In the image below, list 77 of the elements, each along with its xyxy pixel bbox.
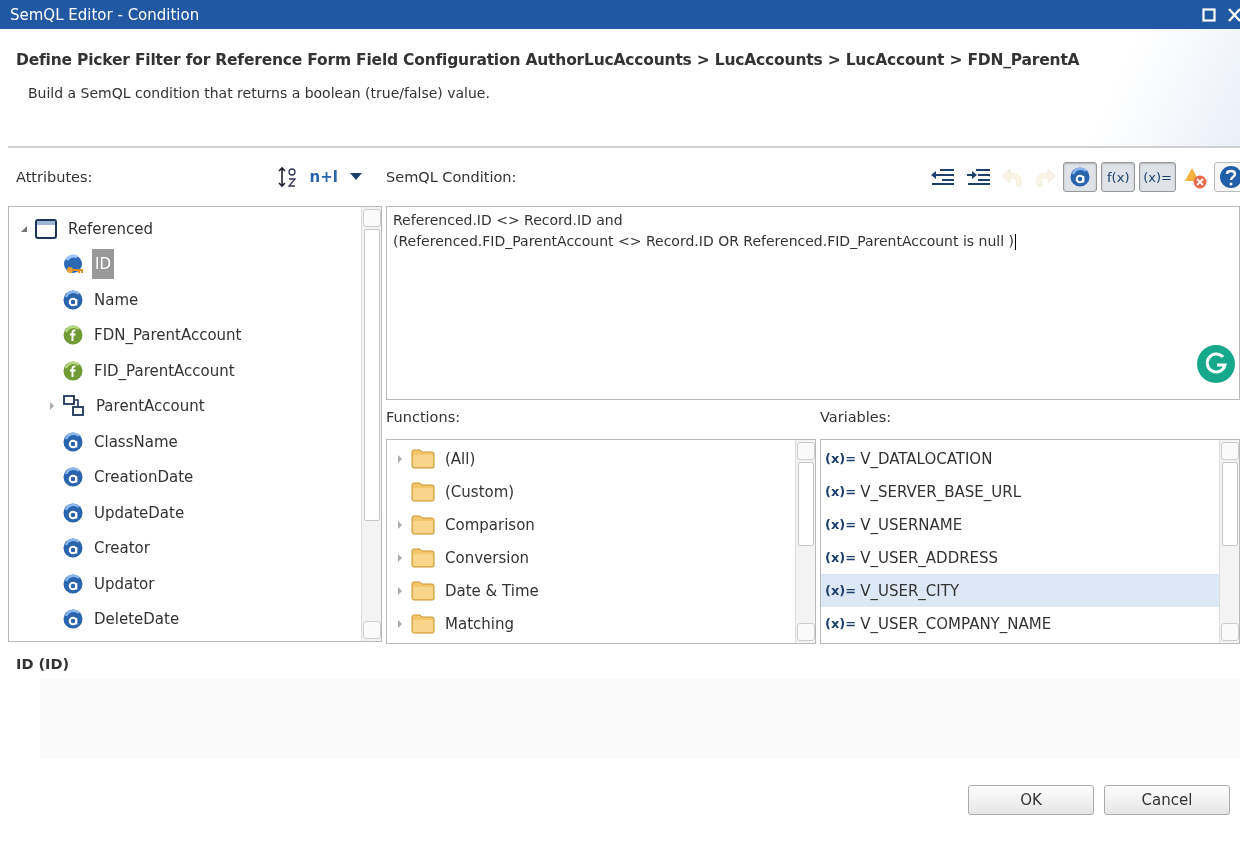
tree-item[interactable]: ClassName — [91, 426, 181, 457]
attribute-icon — [63, 289, 83, 310]
function-category[interactable]: Matching — [387, 607, 795, 640]
dropdown-caret-icon[interactable] — [350, 173, 362, 181]
function-category[interactable]: (All) — [387, 442, 795, 475]
tree-item[interactable]: DeleteDate — [91, 604, 183, 635]
variables-label: Variables: — [820, 408, 893, 427]
function-category[interactable]: (Custom) — [387, 475, 795, 508]
maximize-icon[interactable] — [1202, 7, 1216, 22]
expand-arrow-icon[interactable] — [395, 618, 405, 629]
expand-arrow-icon[interactable] — [395, 453, 405, 464]
formula-icon — [63, 360, 83, 381]
function-category[interactable]: Date & Time — [387, 574, 795, 607]
close-icon[interactable] — [1228, 7, 1240, 22]
sort-icon[interactable] — [277, 166, 298, 188]
attribute-icon — [63, 467, 83, 488]
folder-icon — [411, 547, 435, 568]
expand-arrow-icon[interactable] — [47, 401, 57, 412]
tree-item[interactable]: Updator — [91, 568, 158, 599]
attribute-icon — [63, 502, 83, 523]
outdent-icon[interactable] — [930, 168, 957, 186]
table-icon — [35, 218, 57, 239]
formula-icon — [63, 325, 83, 346]
dialog-description: Build a SemQL condition that returns a boolean (true/false) value. — [28, 85, 491, 101]
scrollbar[interactable] — [361, 207, 381, 641]
tree-item[interactable]: FDN_ParentAccount — [91, 320, 245, 351]
toggle-button[interactable]: (x)= — [1139, 162, 1176, 192]
variable-item[interactable]: (x)= V_SERVER_BASE_URL — [821, 475, 1219, 508]
toggle-button[interactable]: f(x) — [1101, 162, 1136, 192]
variable-item[interactable]: (x)= V_USER_COMPANY_NAME — [821, 607, 1219, 640]
dialog-button[interactable]: Cancel — [1104, 785, 1230, 815]
variable-item[interactable]: (x)= V_USER_CITY — [821, 574, 1219, 607]
attribute-icon — [63, 609, 83, 630]
condition-label: SemQL Condition: — [386, 169, 517, 185]
scrollbar[interactable] — [795, 440, 815, 643]
expand-arrow-icon[interactable] — [395, 585, 405, 596]
window-title: SemQL Editor - Condition — [10, 5, 200, 24]
folder-icon — [411, 481, 435, 502]
code-line: Referenced.ID <> Record.ID and — [393, 211, 624, 230]
attribute-icon — [63, 431, 83, 452]
tree-item[interactable]: Name — [91, 284, 142, 315]
attribute-icon — [1070, 167, 1091, 187]
folder-icon — [411, 514, 435, 535]
expand-arrow-icon[interactable] — [395, 519, 405, 530]
tree-item[interactable]: Creator — [91, 533, 153, 564]
assistant-badge-icon[interactable] — [1197, 345, 1235, 383]
condition-editor[interactable]: Referenced.ID <> Record.ID and (Referenced.FID_ParentAccount <> Record.ID OR Referenced.FID_ParentAccount is null ) — [386, 206, 1240, 400]
function-category[interactable]: Conversion — [387, 541, 795, 574]
code-line: (Referenced.FID_ParentAccount <> Record.ID OR Referenced.FID_ParentAccount is null ) — [393, 231, 1233, 252]
details-title: ID (ID) — [16, 656, 71, 672]
dialog-title: Define Picker Filter for Reference Form Field Configuration AuthorLucAccounts > LucAccounts > LucAccount > FDN_ParentA — [16, 51, 1081, 69]
dialog-button[interactable]: OK — [968, 785, 1094, 815]
functions-label: Functions: — [386, 408, 462, 427]
folder-icon — [411, 613, 435, 634]
tree-item[interactable]: ParentAccount — [93, 391, 208, 422]
tree-item[interactable]: UpdateDate — [91, 497, 188, 528]
expand-arrow-icon[interactable] — [395, 552, 405, 563]
function-category[interactable]: Comparison — [387, 508, 795, 541]
help-icon — [1218, 164, 1240, 190]
tree-item[interactable]: CreationDate — [91, 462, 197, 493]
name-label-toggle[interactable]: n+l — [309, 168, 338, 186]
tree-item[interactable]: Referenced — [65, 213, 157, 244]
folder-icon — [411, 580, 435, 601]
attribute-icon — [63, 573, 83, 594]
folder-icon — [411, 448, 435, 469]
reference-icon — [63, 395, 85, 418]
key-icon — [63, 253, 84, 275]
variable-item[interactable]: (x)= V_USERNAME — [821, 508, 1219, 541]
variable-item[interactable]: (x)= V_USER_ADDRESS — [821, 541, 1219, 574]
help-button[interactable] — [1214, 162, 1240, 192]
scrollbar[interactable] — [1219, 440, 1239, 643]
tree-item[interactable]: FID_ParentAccount — [91, 355, 238, 386]
attribute-icon — [63, 538, 83, 559]
variable-item[interactable]: (x)= V_DATALOCATION — [821, 442, 1219, 475]
attributes-label: Attributes: — [16, 169, 93, 185]
indent-icon[interactable] — [966, 168, 993, 186]
attributes-toggle[interactable] — [1063, 162, 1098, 192]
